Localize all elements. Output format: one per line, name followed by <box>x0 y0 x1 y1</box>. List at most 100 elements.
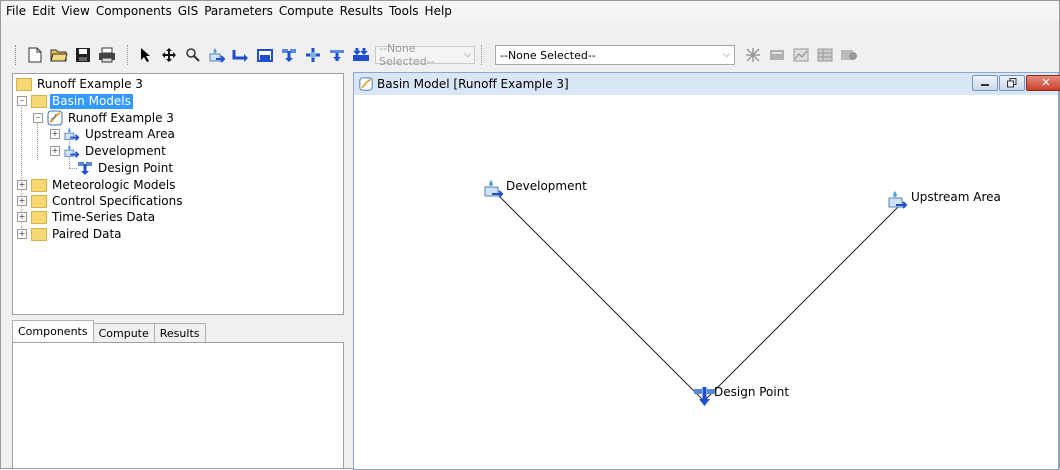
basin-map-svg <box>484 180 908 406</box>
tab-compute[interactable]: Compute <box>92 323 155 342</box>
tree-label: Upstream Area <box>85 126 175 141</box>
run-select[interactable]: --None Selected-- ⌵ <box>495 45 735 65</box>
menu-tools[interactable]: Tools <box>386 1 422 21</box>
tree-label: Runoff Example 3 <box>68 110 174 125</box>
run-select-value: --None Selected-- <box>500 48 596 62</box>
compute-all-icon[interactable] <box>743 45 763 65</box>
close-button[interactable]: ✕ <box>1026 75 1060 91</box>
menu-edit[interactable]: Edit <box>29 1 58 21</box>
folder-icon <box>31 194 47 208</box>
junction-icon <box>77 160 93 176</box>
tree-label: Basin Models <box>50 93 133 109</box>
upstream-area-subbasin-icon[interactable] <box>888 191 908 209</box>
toolbar-separator <box>481 45 483 65</box>
folder-icon <box>31 178 47 192</box>
watershed-explorer: Runoff Example 3 – Basin Models – Runoff… <box>12 73 344 315</box>
tab-results[interactable]: Results <box>153 323 206 342</box>
subbasin-icon <box>64 143 80 159</box>
save-icon[interactable] <box>73 45 93 65</box>
junction-tool-icon[interactable] <box>279 45 299 65</box>
close-icon: ✕ <box>1041 76 1051 89</box>
tab-components[interactable]: Components <box>12 320 94 342</box>
folder-icon <box>16 77 32 91</box>
menu-help[interactable]: Help <box>422 1 455 21</box>
tree-upstream-area[interactable]: + Upstream Area <box>50 126 177 142</box>
tree-time-series-data[interactable]: + Time-Series Data <box>17 209 157 225</box>
menu-view[interactable]: View <box>58 1 92 21</box>
diversion-tool-icon[interactable] <box>303 45 323 65</box>
source-tool-icon[interactable] <box>327 45 347 65</box>
reach-link-upstream-area[interactable] <box>703 206 899 402</box>
expand-icon[interactable]: + <box>50 146 60 156</box>
collapse-icon[interactable]: – <box>17 96 27 106</box>
arrow-select-icon[interactable] <box>135 45 155 65</box>
design-point-junction-icon[interactable] <box>694 387 715 406</box>
pan-icon[interactable] <box>159 45 179 65</box>
development-label: Development <box>506 179 587 193</box>
reach-tool-icon[interactable] <box>231 45 251 65</box>
tree-label: Control Specifications <box>52 193 183 208</box>
component-select[interactable]: --None Selected-- ⌵ <box>375 42 475 68</box>
graph-icon[interactable] <box>791 45 811 65</box>
menu-compute[interactable]: Compute <box>276 1 337 21</box>
minimize-icon <box>981 84 989 86</box>
subbasin-tool-icon[interactable] <box>207 45 227 65</box>
tree-project[interactable]: Runoff Example 3 <box>16 76 145 92</box>
tree-label: Design Point <box>98 160 174 175</box>
tree-label: Meteorologic Models <box>52 177 176 192</box>
zoom-icon[interactable] <box>183 45 203 65</box>
minimize-button[interactable] <box>972 75 998 91</box>
basin-window-title-bar[interactable]: Basin Model [Runoff Example 3] ✕ <box>354 73 1060 95</box>
app-window: File Edit View Components GIS Parameters… <box>0 0 1060 470</box>
menu-parameters[interactable]: Parameters <box>201 1 276 21</box>
basin-window-title: Basin Model [Runoff Example 3] <box>377 77 569 91</box>
toolbar-grip[interactable] <box>15 45 19 65</box>
folder-icon <box>31 94 47 108</box>
tree-development[interactable]: + Development <box>50 143 168 159</box>
restore-button[interactable] <box>999 75 1025 91</box>
tree-paired-data[interactable]: + Paired Data <box>17 226 124 242</box>
reach-link-development[interactable] <box>498 195 705 402</box>
expand-icon[interactable]: + <box>17 180 27 190</box>
summary-table-icon[interactable] <box>839 45 859 65</box>
menu-bar: File Edit View Components GIS Parameters… <box>1 1 1059 21</box>
sink-tool-icon[interactable] <box>351 45 371 65</box>
folder-icon <box>31 227 47 241</box>
design-point-label: Design Point <box>714 385 790 399</box>
chevron-down-icon: ⌵ <box>464 50 471 60</box>
tree-basin-model[interactable]: – Runoff Example 3 <box>33 110 176 126</box>
open-folder-icon[interactable] <box>49 45 69 65</box>
restore-icon <box>1007 78 1017 88</box>
menu-gis[interactable]: GIS <box>175 1 201 21</box>
component-select-value: --None Selected-- <box>379 42 435 68</box>
reservoir-tool-icon[interactable] <box>255 45 275 65</box>
tree-basin-models[interactable]: – Basin Models <box>17 93 133 109</box>
subbasin-icon <box>64 126 80 142</box>
new-file-icon[interactable] <box>25 45 45 65</box>
menu-file[interactable]: File <box>1 1 29 21</box>
menu-components[interactable]: Components <box>93 1 175 21</box>
global-summary-icon[interactable] <box>767 45 787 65</box>
basin-map-canvas[interactable]: Development Upstream Area Design Point <box>354 95 1058 469</box>
toolbar-separator <box>127 45 129 65</box>
tree-design-point[interactable]: Design Point <box>77 160 175 176</box>
tree-label: Runoff Example 3 <box>37 76 143 91</box>
component-editor-panel <box>12 342 344 469</box>
menu-results[interactable]: Results <box>337 1 386 21</box>
tree-meteorologic-models[interactable]: + Meteorologic Models <box>17 177 178 193</box>
expand-icon[interactable]: + <box>17 212 27 222</box>
folder-icon <box>31 210 47 224</box>
basin-model-icon <box>358 76 374 92</box>
tree-label: Development <box>85 143 166 158</box>
collapse-icon[interactable]: – <box>33 113 43 123</box>
expand-icon[interactable]: + <box>17 229 27 239</box>
development-subbasin-icon[interactable] <box>484 180 504 198</box>
toolbar: --None Selected-- ⌵ --None Selected-- ⌵ <box>1 41 1059 69</box>
tree-connector <box>69 168 77 169</box>
table-icon[interactable] <box>815 45 835 65</box>
expand-icon[interactable]: + <box>50 129 60 139</box>
print-icon[interactable] <box>97 45 117 65</box>
tree-control-specifications[interactable]: + Control Specifications <box>17 193 185 209</box>
basin-model-icon <box>47 110 63 126</box>
expand-icon[interactable]: + <box>17 196 27 206</box>
